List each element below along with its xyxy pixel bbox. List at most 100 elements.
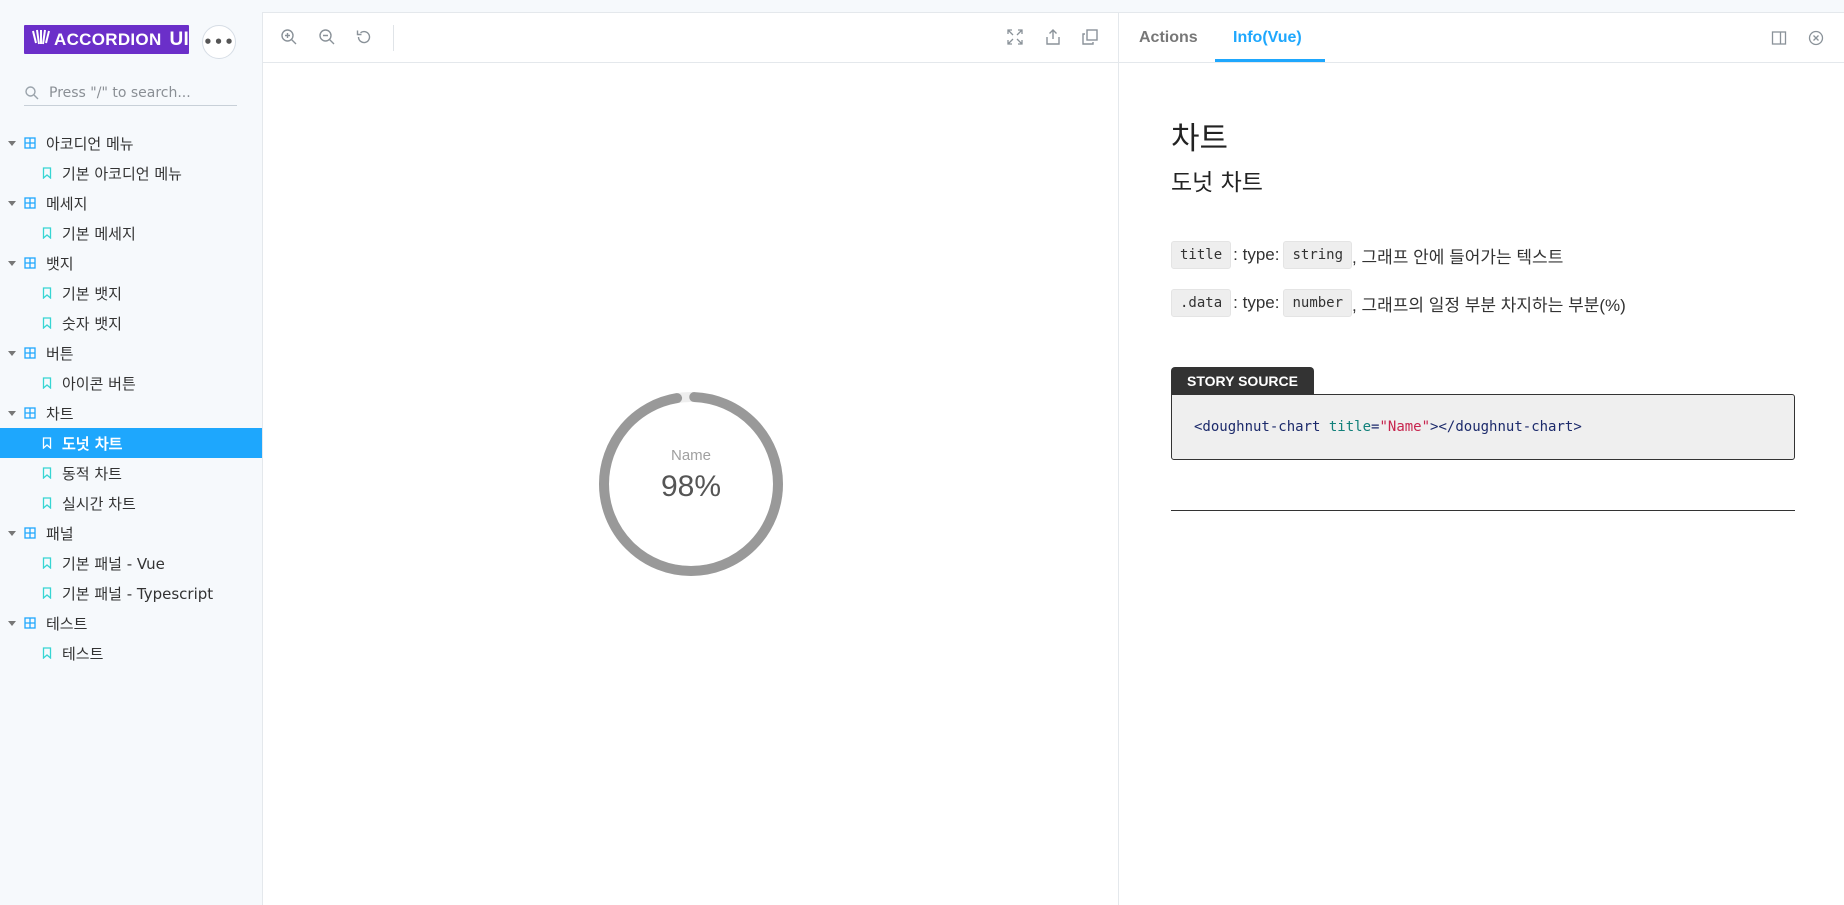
sidebar-group-test[interactable]: 테스트: [0, 608, 262, 638]
caret-down-icon: [8, 410, 16, 416]
story-source-tag: STORY SOURCE: [1171, 367, 1314, 394]
tab-actions[interactable]: Actions: [1139, 29, 1198, 47]
close-panel-button[interactable]: [1807, 29, 1825, 47]
zoom-reset-button[interactable]: [354, 27, 374, 47]
bookmark-icon: [42, 287, 52, 299]
zoom-out-icon: [319, 29, 335, 45]
close-icon: [1808, 30, 1824, 46]
sidebar-group-label: 패널: [46, 524, 74, 543]
sidebar-group-label: 뱃지: [46, 254, 74, 273]
story-source-code[interactable]: <doughnut-chart title = "Name" ></doughnut-…: [1171, 394, 1795, 460]
tab-info-vue[interactable]: Info(Vue): [1233, 29, 1302, 47]
sidebar-item-label: 기본 패널 - Typescript: [62, 584, 214, 603]
prop-row: .data : type: number , 그래프의 일정 부분 차지하는 부…: [1171, 289, 1795, 317]
fullscreen-button[interactable]: [1005, 27, 1025, 47]
component-icon: [24, 197, 36, 209]
sidebar-item-donut-chart[interactable]: 도넛 차트: [0, 428, 262, 458]
bookmark-icon: [42, 167, 52, 179]
component-icon: [24, 407, 36, 419]
sidebar-item-icon-button[interactable]: 아이콘 버튼: [0, 368, 262, 398]
zoom-out-button[interactable]: [317, 27, 337, 47]
bookmark-icon: [42, 557, 52, 569]
sidebar-group-panel[interactable]: 패널: [0, 518, 262, 548]
component-icon: [24, 617, 36, 629]
caret-down-icon: [8, 350, 16, 356]
prop-row: title : type: string , 그래프 안에 들어가는 텍스트: [1171, 241, 1795, 269]
prop-desc: , 그래프의 일정 부분 차지하는 부분(%): [1352, 295, 1626, 315]
sidebar-item-basic-panel-typescript[interactable]: 기본 패널 - Typescript: [0, 578, 262, 608]
doc-subtitle: 도넛 차트: [1171, 170, 1263, 196]
expand-icon: [1007, 29, 1023, 45]
bookmark-icon: [42, 647, 52, 659]
sidebar-group-label: 메세지: [46, 194, 88, 213]
caret-down-icon: [8, 200, 16, 206]
open-new-tab-button[interactable]: [1043, 27, 1063, 47]
prop-type-label: : type:: [1233, 293, 1280, 312]
sidebar-item-basic-accordion[interactable]: 기본 아코디언 메뉴: [0, 158, 262, 188]
sidebar-group-button[interactable]: 버튼: [0, 338, 262, 368]
component-icon: [24, 347, 36, 359]
donut-label: Name: [670, 447, 711, 464]
copy-link-button[interactable]: [1080, 27, 1100, 47]
sidebar: ACCORDION UI ••• 아코디언 메뉴 기본 아코디언 메뉴 메세지: [0, 0, 262, 905]
donut-value: 98%: [660, 470, 722, 503]
bookmark-icon: [42, 317, 52, 329]
bookmark-icon: [42, 227, 52, 239]
component-icon: [24, 257, 36, 269]
bookmark-icon: [42, 497, 52, 509]
code-open-tag: <doughnut-chart: [1194, 419, 1321, 435]
sidebar-group-label: 버튼: [46, 344, 74, 363]
sidebar-item-label: 아이콘 버튼: [62, 374, 136, 393]
search-icon: [24, 85, 40, 101]
sidebar-item-label: 기본 아코디언 메뉴: [62, 164, 182, 183]
preview-panel: Name 98%: [262, 12, 1118, 905]
sidebar-item-label: 실시간 차트: [62, 494, 136, 513]
brand-logo-text: ACCORDION: [54, 29, 162, 49]
addons-panel: Actions Info(Vue) 차트 도넛 차트 title : type:…: [1118, 12, 1844, 905]
reset-icon: [356, 30, 371, 44]
preview-toolbar: [263, 13, 1118, 63]
prop-type: string: [1283, 241, 1353, 269]
sidebar-group-chart[interactable]: 차트: [0, 398, 262, 428]
story-tree: 아코디언 메뉴 기본 아코디언 메뉴 메세지 기본 메세지 뱃지 기본 뱃지 숫…: [0, 128, 262, 668]
bookmark-icon: [42, 587, 52, 599]
sidebar-item-number-badge[interactable]: 숫자 뱃지: [0, 308, 262, 338]
code-value: "Name": [1379, 419, 1431, 435]
sidebar-item-label: 기본 패널 - Vue: [62, 554, 165, 573]
prop-type: number: [1283, 289, 1353, 317]
prop-name: title: [1171, 241, 1232, 269]
sidebar-item-label: 기본 메세지: [62, 224, 136, 243]
sidebar-group-badge[interactable]: 뱃지: [0, 248, 262, 278]
doc-title: 차트: [1171, 121, 1229, 157]
sidebar-group-accordion-menu[interactable]: 아코디언 메뉴: [0, 128, 262, 158]
code-attr: title: [1328, 419, 1372, 435]
more-menu-button[interactable]: •••: [202, 25, 236, 59]
sidebar-item-basic-panel-vue[interactable]: 기본 패널 - Vue: [0, 548, 262, 578]
divider: [1171, 510, 1795, 511]
brand-logo-suffix: UI: [169, 28, 190, 50]
addons-tabs: Actions Info(Vue): [1119, 13, 1844, 63]
brand: ACCORDION UI: [24, 25, 189, 54]
brand-logo[interactable]: ACCORDION UI: [24, 25, 189, 54]
accordion-icon: [32, 29, 50, 50]
sidebar-group-message[interactable]: 메세지: [0, 188, 262, 218]
toggle-panel-orientation-button[interactable]: [1770, 29, 1788, 47]
sidebar-item-label: 도넛 차트: [62, 434, 123, 453]
sidebar-item-basic-message[interactable]: 기본 메세지: [0, 218, 262, 248]
search-input[interactable]: [49, 84, 229, 101]
code-close-tag: ></doughnut-chart>: [1430, 419, 1582, 435]
prop-desc: , 그래프 안에 들어가는 텍스트: [1352, 247, 1564, 267]
prop-name: .data: [1171, 289, 1232, 317]
sidebar-group-label: 아코디언 메뉴: [46, 134, 134, 153]
bookmark-icon: [42, 437, 52, 449]
sidebar-item-realtime-chart[interactable]: 실시간 차트: [0, 488, 262, 518]
info-doc: 차트 도넛 차트 title : type: string , 그래프 안에 들…: [1171, 113, 1795, 511]
zoom-in-button[interactable]: [279, 27, 299, 47]
sidebar-item-dynamic-chart[interactable]: 동적 차트: [0, 458, 262, 488]
sidebar-group-label: 차트: [46, 404, 74, 423]
sidebar-item-test[interactable]: 테스트: [0, 638, 262, 668]
copy-icon: [1082, 29, 1098, 45]
sidebar-item-basic-badge[interactable]: 기본 뱃지: [0, 278, 262, 308]
ellipsis-icon: •••: [203, 33, 235, 51]
donut-chart: Name 98%: [596, 389, 786, 579]
